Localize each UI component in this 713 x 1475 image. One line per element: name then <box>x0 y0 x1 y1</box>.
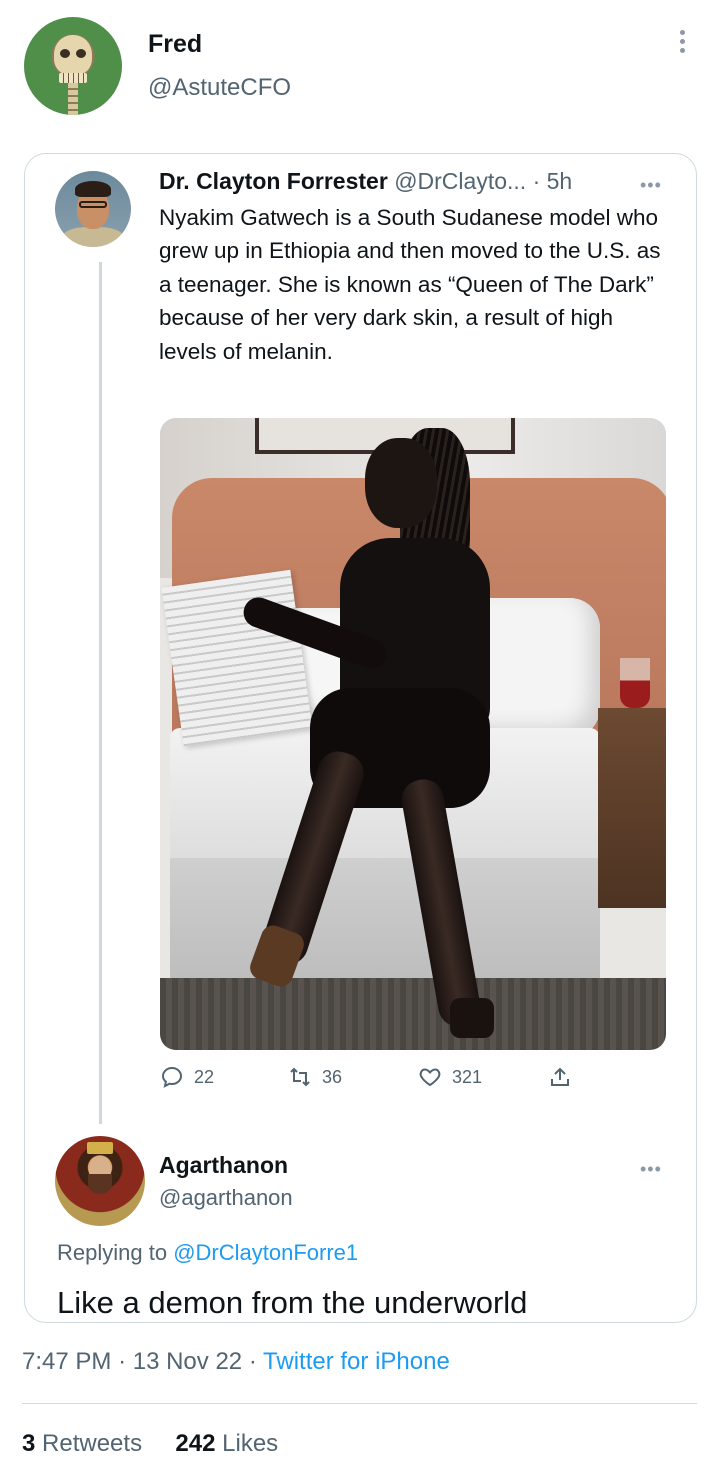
quoted-author-avatar[interactable] <box>55 171 131 247</box>
tweet-stats: 3 Retweets 242 Likes <box>22 1430 278 1458</box>
quoted-tweet-time[interactable]: 5h <box>547 168 573 194</box>
crown-icon <box>87 1142 113 1154</box>
replying-to: Replying to @DrClaytonForre1 <box>57 1240 358 1266</box>
like-count: 321 <box>452 1066 483 1087</box>
retweet-button[interactable]: 36 <box>288 1065 342 1089</box>
meta-dot: · <box>118 1348 127 1375</box>
reply-text: Like a demon from the underworld <box>57 1285 528 1320</box>
replying-to-prefix: Replying to <box>57 1240 168 1265</box>
more-horizontal-icon[interactable]: ••• <box>640 176 662 194</box>
replying-to-link[interactable]: @DrClaytonForre1 <box>173 1240 358 1265</box>
reply-author-handle[interactable]: @agarthanon <box>159 1185 293 1211</box>
share-button[interactable] <box>548 1065 572 1089</box>
retweet-count: 36 <box>322 1066 343 1087</box>
meta-dot: · <box>248 1348 257 1375</box>
separator-dot: · <box>532 168 541 194</box>
avatar-spine <box>68 83 78 115</box>
reply-author-name[interactable]: Agarthanon <box>159 1152 288 1179</box>
avatar-eye-left <box>60 49 70 58</box>
tweet-source[interactable]: Twitter for iPhone <box>263 1348 450 1375</box>
retweet-icon <box>290 1067 310 1087</box>
more-horizontal-icon[interactable]: ••• <box>640 1160 662 1178</box>
author-avatar[interactable] <box>24 17 122 115</box>
like-button[interactable]: 321 <box>418 1065 482 1089</box>
quoted-author-handle[interactable]: @DrClayto... <box>394 168 526 194</box>
tweet-meta: 7:47 PM · 13 Nov 22 · Twitter for iPhone <box>22 1348 450 1376</box>
share-icon <box>551 1067 569 1086</box>
thread-connector-line <box>99 262 102 1124</box>
author-handle[interactable]: @AstuteCFO <box>148 74 291 102</box>
quoted-tweet-header: Dr. Clayton Forrester @DrClayto... · 5h <box>159 168 572 195</box>
wine-glass-image <box>620 658 650 708</box>
quoted-author-name[interactable]: Dr. Clayton Forrester <box>159 168 388 194</box>
reply-button[interactable]: 22 <box>160 1065 214 1089</box>
tweet-time[interactable]: 7:47 PM <box>22 1348 111 1375</box>
heart-icon <box>419 1068 441 1087</box>
avatar-teeth <box>59 73 87 83</box>
avatar-eye-right <box>76 49 86 58</box>
tweet-photo[interactable] <box>160 418 666 1050</box>
newspaper-image <box>161 569 313 747</box>
more-vertical-icon[interactable] <box>676 30 688 60</box>
quoted-tweet-text: Nyakim Gatwech is a South Sudanese model… <box>159 205 661 364</box>
reply-author-avatar[interactable] <box>55 1136 145 1226</box>
tweet-date[interactable]: 13 Nov 22 <box>133 1348 242 1375</box>
glasses-icon <box>79 201 107 208</box>
retweets-stat[interactable]: 3 Retweets <box>22 1430 142 1457</box>
likes-stat[interactable]: 242 Likes <box>175 1430 278 1457</box>
reply-icon <box>161 1066 183 1088</box>
reply-count: 22 <box>194 1066 215 1087</box>
author-name[interactable]: Fred <box>148 30 202 59</box>
divider <box>22 1403 697 1404</box>
